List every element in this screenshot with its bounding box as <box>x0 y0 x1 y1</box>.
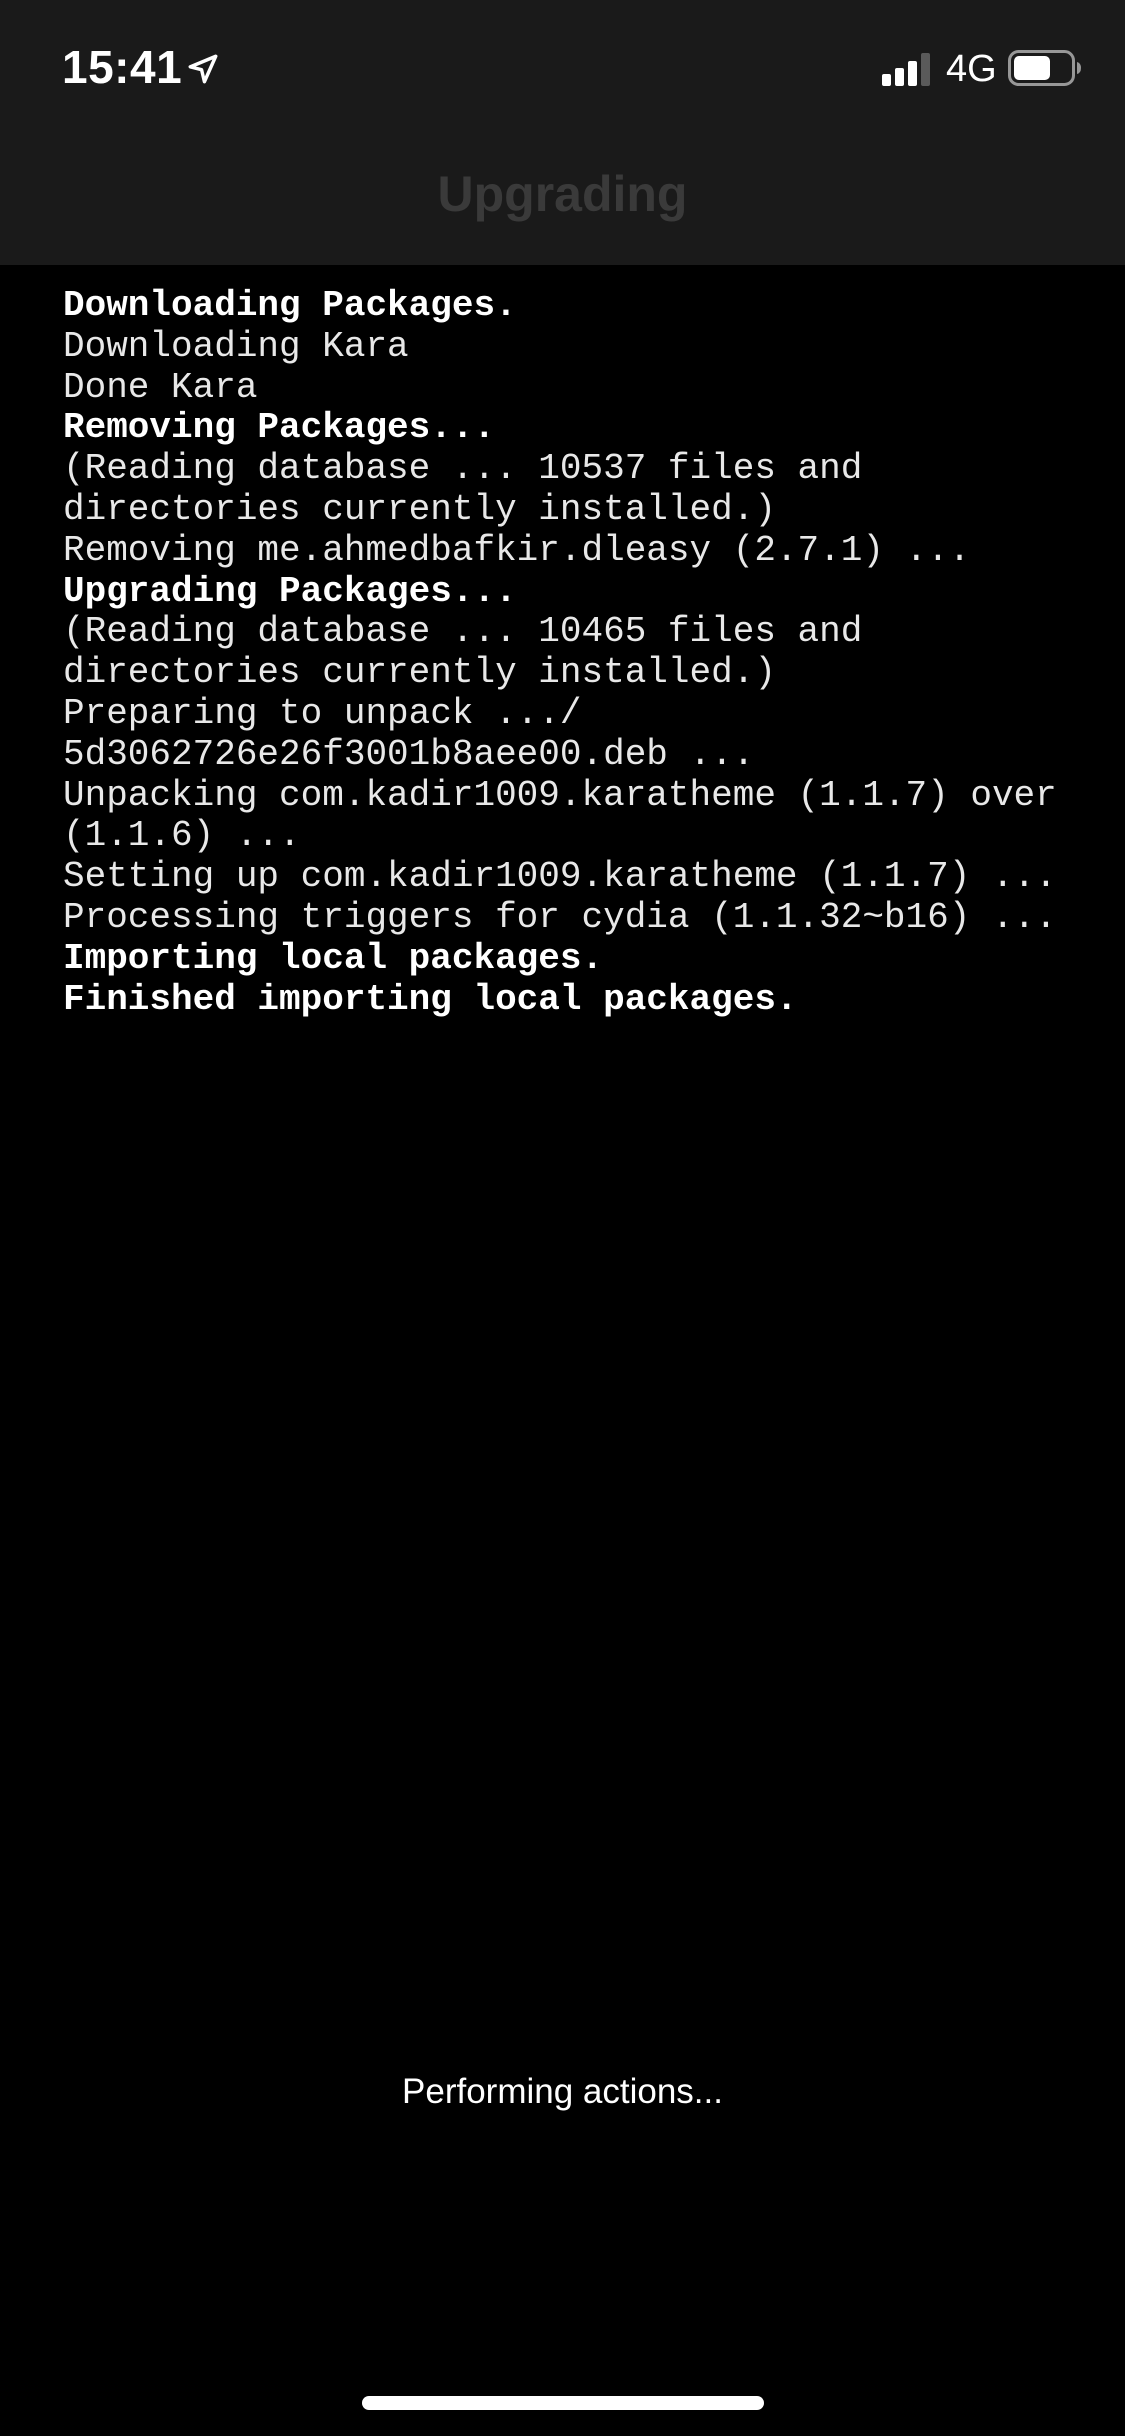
console-line: Setting up com.kadir1009.karatheme (1.1.… <box>63 856 1057 898</box>
progress-status: Performing actions... <box>402 2072 723 2111</box>
console-line: directories currently installed.) <box>63 488 776 530</box>
console-line: Downloading Packages. <box>63 285 517 326</box>
navigation-bar: 15:41 4G Upgrading <box>0 0 1125 265</box>
console-line: (Reading database ... 10465 files and <box>63 611 863 653</box>
home-indicator[interactable] <box>362 2396 764 2410</box>
console-line: Finished importing local packages. <box>63 978 798 1020</box>
console-line: Unpacking com.kadir1009.karatheme (1.1.7… <box>63 774 1057 816</box>
console-line: (1.1.6) ... <box>63 815 301 857</box>
location-arrow-icon <box>188 54 218 84</box>
page-title: Upgrading <box>437 166 688 222</box>
cellular-signal-icon <box>882 53 930 86</box>
network-type: 4G <box>946 48 997 90</box>
console-line: Preparing to unpack .../ <box>63 692 582 734</box>
console-output: Downloading Packages. Downloading Kara Don… <box>63 285 1073 1020</box>
console-line: Downloading Kara <box>63 325 409 367</box>
console-line: Upgrading Packages... <box>63 570 517 612</box>
status-time: 15:41 <box>62 41 183 93</box>
console-line: Removing me.ahmedbafkir.dleasy (2.7.1) .… <box>63 529 971 571</box>
console-line: 5d3062726e26f3001b8aee00.deb ... <box>63 733 755 775</box>
console-line: (Reading database ... 10537 files and <box>63 448 863 490</box>
console-line: directories currently installed.) <box>63 652 776 694</box>
battery-icon <box>1008 50 1081 86</box>
console-line: Processing triggers for cydia (1.1.32~b1… <box>63 896 1057 938</box>
console-line: Removing Packages... <box>63 407 496 449</box>
console-line: Importing local packages. <box>63 937 604 979</box>
status-bar: 15:41 4G <box>0 0 1125 140</box>
console-line: Done Kara <box>63 366 258 408</box>
